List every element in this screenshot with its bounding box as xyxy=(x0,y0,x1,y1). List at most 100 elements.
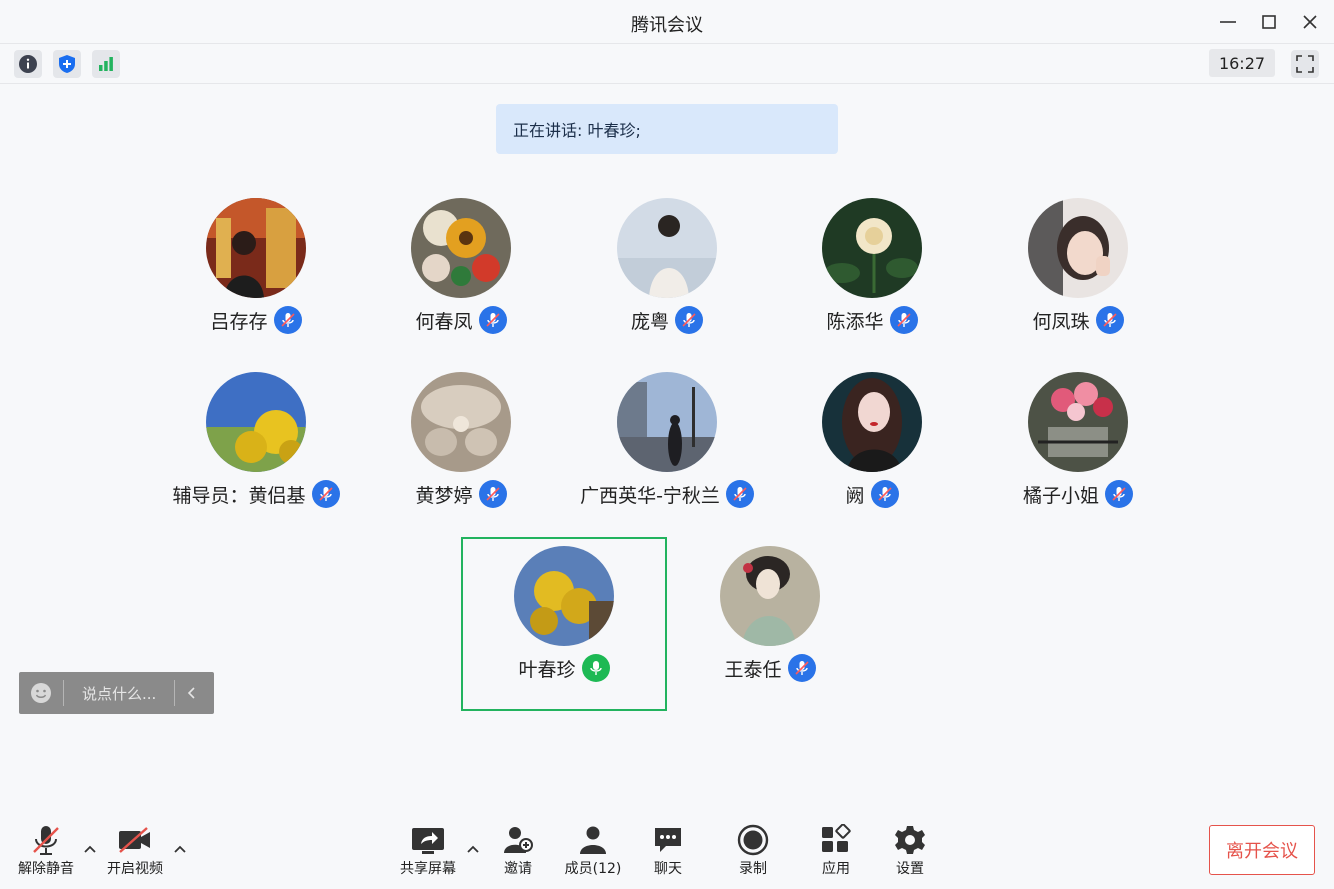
chat-input-placeholder[interactable]: 说点什么... xyxy=(64,683,174,704)
gear-icon xyxy=(895,826,925,854)
apps-button[interactable]: 应用 xyxy=(812,822,860,882)
record-button[interactable]: 录制 xyxy=(729,822,777,882)
participant-tile[interactable]: 何凤珠 xyxy=(978,198,1178,358)
close-icon xyxy=(1303,15,1317,29)
participant-name: 陈添华 xyxy=(826,310,884,333)
shield-icon xyxy=(59,55,75,73)
video-options-chevron-icon[interactable] xyxy=(171,840,189,858)
participant-name: 王泰任 xyxy=(724,658,782,681)
speaking-text: 正在讲话: 叶春珍; xyxy=(513,121,641,140)
apps-icon xyxy=(822,824,851,852)
participant-tile[interactable]: 庞粤 xyxy=(567,198,767,358)
close-button[interactable] xyxy=(1298,10,1322,34)
muted-mic-icon xyxy=(478,480,507,508)
participant-name: 辅导员：黄侣基 xyxy=(172,484,306,507)
meeting-info-bar: 16:27 xyxy=(0,44,1334,84)
signal-icon xyxy=(99,57,113,71)
audio-options-chevron-icon[interactable] xyxy=(81,840,99,858)
members-label: 成员(12) xyxy=(564,861,622,877)
participant-tile[interactable]: 何春凤 xyxy=(361,198,561,358)
security-button[interactable] xyxy=(53,50,81,78)
muted-mic-icon xyxy=(725,480,754,508)
start-video-label: 开启视频 xyxy=(107,861,163,877)
muted-mic-icon xyxy=(1105,480,1133,508)
participant-tile[interactable]: 王泰任 xyxy=(670,546,870,706)
fullscreen-button[interactable] xyxy=(1291,50,1319,78)
avatar xyxy=(514,546,614,646)
settings-label: 设置 xyxy=(896,861,924,877)
avatar xyxy=(411,198,511,298)
avatar xyxy=(1028,372,1128,472)
avatar xyxy=(720,546,820,646)
share-options-chevron-icon[interactable] xyxy=(464,840,482,858)
participant-tile-active-speaker[interactable]: 叶春珍 xyxy=(464,546,664,706)
participant-name: 广西英华-宁秋兰 xyxy=(580,484,720,507)
participant-tile[interactable]: 黄梦婷 xyxy=(361,372,561,532)
chat-bubble-icon xyxy=(655,828,681,852)
leave-meeting-button[interactable]: 离开会议 xyxy=(1209,825,1315,875)
members-button[interactable]: 成员(12) xyxy=(561,822,625,882)
avatar xyxy=(822,198,922,298)
participant-tile[interactable]: 广西英华-宁秋兰 xyxy=(567,372,767,532)
record-label: 录制 xyxy=(739,861,767,877)
avatar xyxy=(617,198,717,298)
muted-mic-icon xyxy=(675,306,703,334)
muted-mic-icon xyxy=(33,826,59,855)
participant-name: 阙 xyxy=(845,484,865,507)
participant-tile[interactable]: 橘子小姐 xyxy=(978,372,1178,532)
active-mic-icon xyxy=(581,654,610,682)
maximize-button[interactable] xyxy=(1257,10,1281,34)
muted-mic-icon xyxy=(311,480,340,508)
share-screen-icon xyxy=(412,828,444,854)
share-screen-label: 共享屏幕 xyxy=(400,861,456,877)
unmute-button[interactable]: 解除静音 xyxy=(14,822,78,882)
record-icon xyxy=(737,824,769,856)
chat-quick-input[interactable]: 说点什么... xyxy=(19,672,214,714)
speaking-banner: 正在讲话: 叶春珍; xyxy=(496,104,838,154)
apps-label: 应用 xyxy=(822,861,850,877)
info-icon xyxy=(19,55,37,73)
share-screen-button[interactable]: 共享屏幕 xyxy=(396,822,460,882)
network-button[interactable] xyxy=(92,50,120,78)
muted-mic-icon xyxy=(1095,306,1124,334)
invite-label: 邀请 xyxy=(504,861,532,877)
minimize-button[interactable] xyxy=(1216,10,1240,34)
avatar xyxy=(822,372,922,472)
invite-user-icon xyxy=(504,827,533,853)
fullscreen-icon xyxy=(1296,55,1314,73)
emoji-icon[interactable] xyxy=(19,682,63,704)
muted-mic-icon xyxy=(478,306,507,334)
participant-tile[interactable]: 辅导员：黄侣基 xyxy=(156,372,356,532)
settings-button[interactable]: 设置 xyxy=(886,822,934,882)
avatar xyxy=(411,372,511,472)
title-bar: 腾讯会议 xyxy=(0,0,1334,44)
members-icon xyxy=(580,826,606,854)
unmute-label: 解除静音 xyxy=(18,861,74,877)
meeting-info-button[interactable] xyxy=(14,50,42,78)
participant-name: 何春凤 xyxy=(415,310,473,333)
participant-name: 叶春珍 xyxy=(518,658,576,681)
minimize-icon xyxy=(1220,21,1236,23)
chat-button[interactable]: 聊天 xyxy=(644,822,692,882)
collapse-chevron-icon[interactable] xyxy=(175,686,209,700)
muted-mic-icon xyxy=(273,306,302,334)
invite-button[interactable]: 邀请 xyxy=(494,822,542,882)
muted-mic-icon xyxy=(889,306,918,334)
avatar xyxy=(206,198,306,298)
avatar xyxy=(1028,198,1128,298)
participant-tile[interactable]: 阙 xyxy=(772,372,972,532)
avatar xyxy=(206,372,306,472)
chat-label: 聊天 xyxy=(654,861,682,877)
muted-mic-icon xyxy=(870,480,899,508)
participant-tile[interactable]: 吕存存 xyxy=(156,198,356,358)
meeting-clock: 16:27 xyxy=(1209,49,1275,77)
participant-name: 庞粤 xyxy=(630,310,669,333)
muted-mic-icon xyxy=(787,654,816,682)
participant-tile[interactable]: 陈添华 xyxy=(772,198,972,358)
participant-name: 橘子小姐 xyxy=(1022,484,1099,507)
video-off-icon xyxy=(119,827,150,853)
start-video-button[interactable]: 开启视频 xyxy=(102,822,168,882)
participant-name: 吕存存 xyxy=(210,310,268,333)
maximize-icon xyxy=(1262,15,1276,29)
participant-name: 黄梦婷 xyxy=(415,484,473,507)
